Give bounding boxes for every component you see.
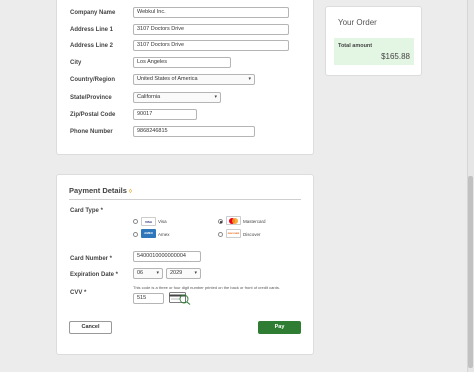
mastercard-label: Mastercard	[243, 219, 266, 224]
total-amount-box: Total amount $165.88	[334, 38, 414, 65]
expiration-date-label: Expiration Date *	[70, 272, 119, 278]
order-summary-panel: Your Order Total amount $165.88	[325, 6, 422, 76]
divider	[69, 199, 301, 200]
chevron-down-icon: ▾	[156, 270, 159, 276]
payment-details-title-text: Payment Details	[69, 186, 127, 195]
card-number-input[interactable]: 5400010000000004	[133, 251, 201, 262]
cancel-button[interactable]: Cancel	[69, 321, 112, 334]
city-input[interactable]: Los Angeles	[133, 57, 231, 68]
order-summary-title: Your Order	[338, 18, 377, 27]
info-icon: ◊	[129, 189, 133, 195]
amex-label: Amex	[158, 232, 170, 237]
expiration-month-value: 06	[137, 270, 144, 276]
chevron-down-icon: ▾	[248, 76, 251, 82]
address-form-panel: Company Name Webkul Inc. Address Line 1 …	[56, 0, 314, 155]
expiration-month-select[interactable]: 06 ▾	[133, 268, 163, 279]
discover-radio[interactable]	[218, 232, 223, 237]
state-select[interactable]: California ▾	[133, 92, 221, 103]
total-amount-value: $165.88	[381, 52, 410, 61]
mastercard-radio[interactable]	[218, 219, 223, 224]
cvv-card-icon	[169, 292, 191, 305]
amex-radio[interactable]	[133, 232, 138, 237]
card-number-label: Card Number *	[70, 256, 113, 262]
scrollbar-track[interactable]	[467, 0, 474, 372]
city-label: City	[70, 60, 82, 66]
expiration-year-value: 2029	[170, 270, 183, 276]
country-select[interactable]: United States of America ▾	[133, 74, 255, 85]
chevron-down-icon: ▾	[214, 94, 217, 100]
card-type-label: Card Type *	[70, 208, 103, 214]
pay-button[interactable]: Pay	[258, 321, 301, 334]
scrollbar-thumb[interactable]	[468, 176, 473, 368]
cvv-hint-text: This code is a three or four digit numbe…	[133, 285, 280, 290]
state-label: State/Province	[70, 95, 112, 101]
expiration-year-select[interactable]: 2029 ▾	[166, 268, 201, 279]
country-select-value: United States of America	[137, 76, 198, 82]
chevron-down-icon: ▾	[194, 270, 197, 276]
address-line-2-label: Address Line 2	[70, 43, 114, 49]
address-line-1-label: Address Line 1	[70, 27, 114, 33]
cvv-label: CVV *	[70, 290, 87, 296]
mastercard-circles-icon	[229, 218, 238, 224]
visa-label: Visa	[158, 219, 167, 224]
zip-input[interactable]: 90017	[133, 109, 197, 120]
company-name-input[interactable]: Webkul Inc.	[133, 7, 289, 18]
company-name-label: Company Name	[70, 10, 116, 16]
amex-logo-icon: AMEX	[141, 229, 156, 238]
phone-input[interactable]: 9868246815	[133, 126, 255, 137]
discover-label: Discover	[243, 232, 261, 237]
phone-label: Phone Number	[70, 129, 113, 135]
state-select-value: California	[137, 94, 161, 100]
total-amount-label: Total amount	[338, 43, 373, 49]
country-label: Country/Region	[70, 77, 115, 83]
discover-logo-icon: DISCOVER	[226, 229, 241, 238]
mastercard-logo-icon	[226, 216, 241, 225]
address-line-2-input[interactable]: 3107 Doctors Drive	[133, 40, 289, 51]
visa-logo-icon: VISA	[141, 217, 156, 226]
address-line-1-input[interactable]: 3107 Doctors Drive	[133, 24, 289, 35]
zip-label: Zip/Postal Code	[70, 112, 116, 118]
payment-details-panel: Payment Details ◊ Card Type * VISA Visa …	[56, 174, 314, 355]
payment-details-title: Payment Details ◊	[69, 186, 132, 195]
cvv-input[interactable]: 515	[133, 293, 164, 304]
visa-radio[interactable]	[133, 219, 138, 224]
